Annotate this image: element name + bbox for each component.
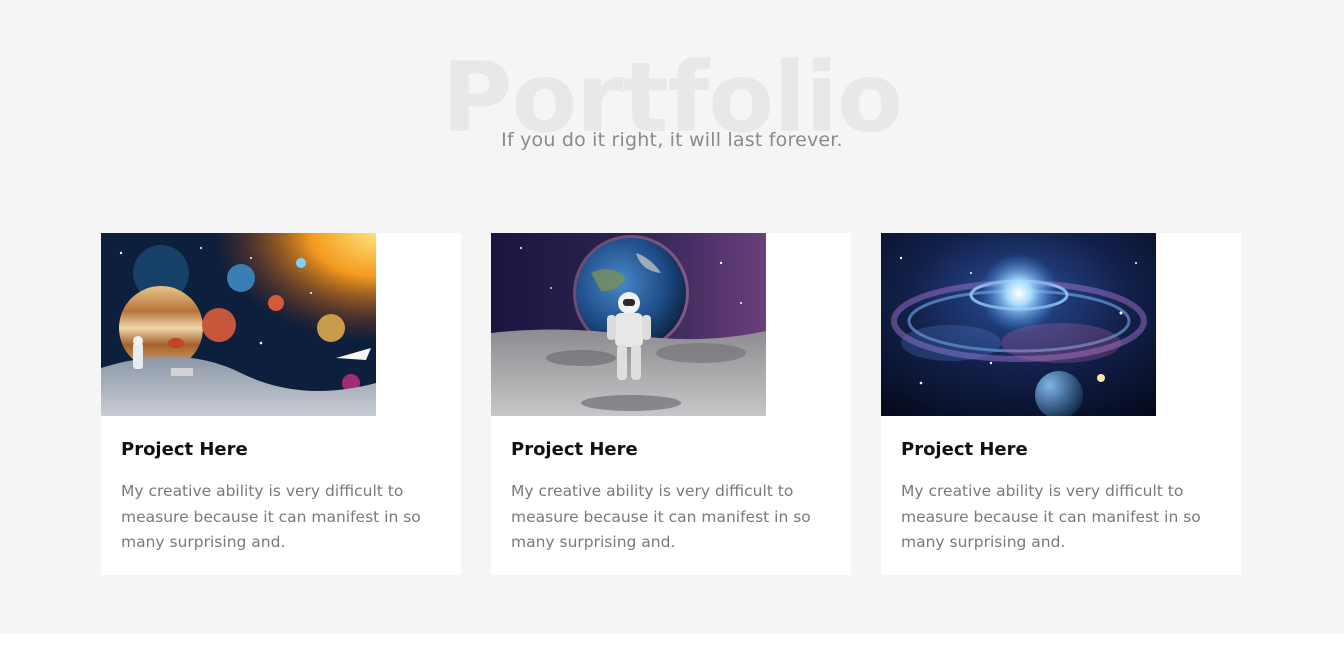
project-title[interactable]: Project Here: [121, 439, 248, 460]
project-description: My creative ability is very difficult to…: [511, 482, 811, 551]
project-image-space-collage[interactable]: [101, 233, 376, 416]
project-image-galaxy[interactable]: [881, 233, 1156, 416]
project-title[interactable]: Project Here: [901, 439, 1028, 460]
project-image-astronaut[interactable]: [491, 233, 766, 416]
portfolio-subtitle: If you do it right, it will last forever…: [501, 129, 843, 151]
project-card[interactable]: Project Here My creative ability is very…: [101, 233, 461, 575]
space-planets-collage-image: [101, 233, 376, 416]
project-description: My creative ability is very difficult to…: [121, 482, 421, 551]
portfolio-section: Portfolio If you do it right, it will la…: [0, 0, 1344, 634]
project-title[interactable]: Project Here: [511, 439, 638, 460]
project-card[interactable]: Project Here My creative ability is very…: [881, 233, 1241, 575]
project-description: My creative ability is very difficult to…: [901, 482, 1201, 551]
galaxy-nebula-image: [881, 233, 1156, 416]
astronaut-on-moon-image: [491, 233, 766, 416]
project-card[interactable]: Project Here My creative ability is very…: [491, 233, 851, 575]
